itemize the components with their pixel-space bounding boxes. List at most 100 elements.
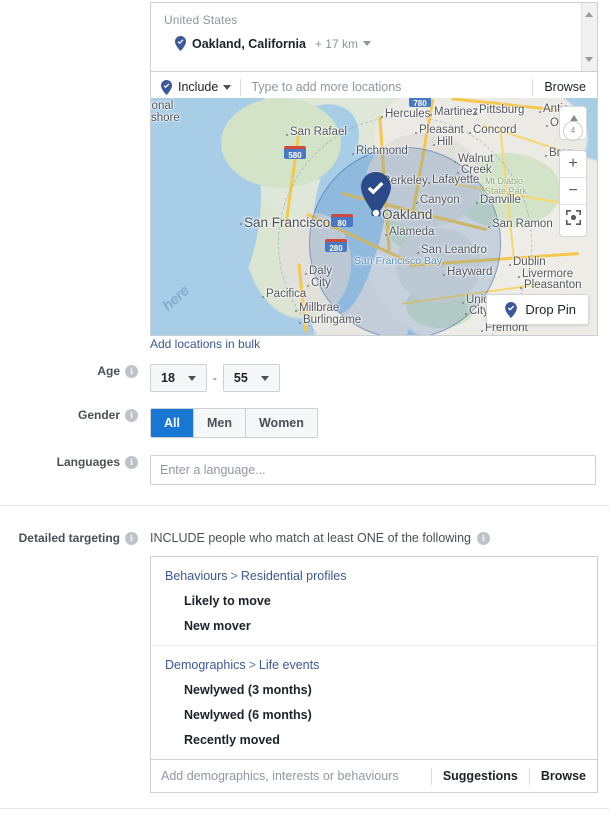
targeting-category-parent: Behaviours [165,569,228,583]
caret-down-icon [223,84,232,90]
info-icon[interactable]: i [125,455,138,469]
map-place-dot [454,161,456,163]
map-place-dot [475,112,477,114]
caret-down-icon [260,375,269,381]
caret-down-icon[interactable] [362,41,371,46]
info-icon[interactable]: i [125,408,138,422]
targeting-item[interactable]: Newlywed (6 months) [151,697,597,722]
map-place-dot [428,182,430,184]
map-highway-shield: 780 [409,98,431,108]
gender-option-men[interactable]: Men [193,409,246,437]
detailed-targeting-footer: Suggestions Browse [151,759,597,792]
map-place-label: Dublin [513,256,546,268]
map-controls: 4 + − [559,106,587,237]
map-place-dot [539,111,541,113]
detailed-targeting-label-wrap: Detailed targeting i [0,531,138,545]
age-label: Age [97,364,120,378]
add-locations-in-bulk-link[interactable]: Add locations in bulk [150,337,260,351]
gender-row: Gender i All Men Women [0,408,609,438]
map-place-label: Pleasanton [524,279,582,291]
map-place-label: San Francisco Bay [354,255,443,267]
gender-field: All Men Women [150,408,318,438]
map-highway-shield: 80 [331,214,353,228]
caret-down-icon [187,375,196,381]
map-place-dot [481,330,483,332]
info-icon[interactable]: i [125,531,138,545]
map-place-label: Pittsburg [479,104,525,116]
locations-scrollbar[interactable] [581,3,597,71]
gender-option-all[interactable]: All [151,409,194,437]
gender-label-wrap: Gender i [0,408,138,422]
map-place-label: Hayward [447,266,493,278]
targeting-item[interactable]: New mover [151,608,597,633]
map-place-label: ional [150,100,174,112]
suggestions-button[interactable]: Suggestions [432,769,529,783]
map-place-label: shore [151,112,180,124]
age-range-field: 18 - 55 [150,364,280,392]
targeting-category-parent: Demographics [165,658,246,672]
info-icon[interactable]: i [125,364,138,378]
map-location-pin[interactable] [359,172,393,218]
location-search-input[interactable] [241,80,533,94]
languages-field [150,455,596,485]
map-place-dot [520,287,522,289]
targeting-category-breadcrumb[interactable]: Behaviours > Residential profiles [151,557,597,583]
map-place-dot [415,132,417,134]
targeting-item[interactable]: Newlywed (3 months) [151,672,597,697]
locate-target-icon[interactable] [560,210,586,236]
detailed-targeting-heading-wrap: INCLUDE people who match at least ONE of… [150,531,490,545]
map-place-label: Richmond [356,145,408,157]
map-place-dot [545,155,547,157]
gender-option-women[interactable]: Women [245,409,317,437]
zoom-out-button[interactable]: − [560,178,586,205]
age-max-select[interactable]: 55 [222,364,280,392]
map-place-dot [295,310,297,312]
caret-up-icon[interactable] [585,12,593,17]
caret-down-icon[interactable] [585,57,593,62]
map-place-label: Lafayette [432,174,480,186]
map-place-label: San Francisco [244,215,331,230]
location-radius-value[interactable]: + 17 km [315,37,358,51]
breadcrumb-separator: > [248,658,256,672]
map-place-label: Daly [309,265,333,277]
map-place-label: Martinez [434,106,479,118]
location-country-label: United States [164,13,238,27]
map-place-dot [430,114,432,116]
map-zoom-controls: + − [559,150,587,237]
selected-location-row[interactable]: Oakland, California + 17 km [151,27,597,51]
map-pin-check-icon [175,36,186,51]
targeting-category-breadcrumb[interactable]: Demographics > Life events [151,646,597,672]
languages-input[interactable] [150,455,596,485]
map-place-label: Millbrae [299,302,340,314]
map-place-dot [546,125,548,127]
browse-locations-button[interactable]: Browse [533,80,597,94]
targeting-category-child: Residential profiles [240,569,347,583]
include-exclude-dropdown[interactable]: Include [151,79,240,95]
map-place-dot [417,252,419,254]
info-icon[interactable]: i [477,531,490,545]
age-range-separator: - [212,371,217,385]
targeting-item[interactable]: Likely to move [151,583,597,608]
compass-icon[interactable]: 4 [559,106,587,141]
locations-panel: United States Oakland, California + 17 k… [150,2,598,103]
map-place-label: Burlingame [303,314,362,326]
map-place-dot [307,285,309,287]
targeting-category-child: Life events [258,658,320,672]
detailed-targeting-heading: INCLUDE people who match at least ONE of… [150,531,471,545]
map-place-dot [476,202,478,204]
map-place-dot [433,144,435,146]
map-highway-shield: 580 [284,146,306,160]
bottom-divider [0,808,609,809]
detailed-targeting-input[interactable] [151,769,431,783]
map-place-label: Alameda [389,226,435,238]
map-place-dot [299,322,301,324]
location-map[interactable]: ional shore San Rafael Hercules Martinez Pitt… [150,98,598,336]
selected-location-name: Oakland, California [192,36,306,51]
detailed-targeting-box: Behaviours > Residential profiles Likely t… [150,556,598,793]
map-place-dot [262,296,264,298]
browse-targeting-button[interactable]: Browse [530,769,597,783]
zoom-in-button[interactable]: + [560,151,586,178]
age-min-select[interactable]: 18 [150,364,207,392]
drop-pin-button[interactable]: Drop Pin [486,294,589,325]
targeting-item[interactable]: Recently moved [151,722,597,747]
